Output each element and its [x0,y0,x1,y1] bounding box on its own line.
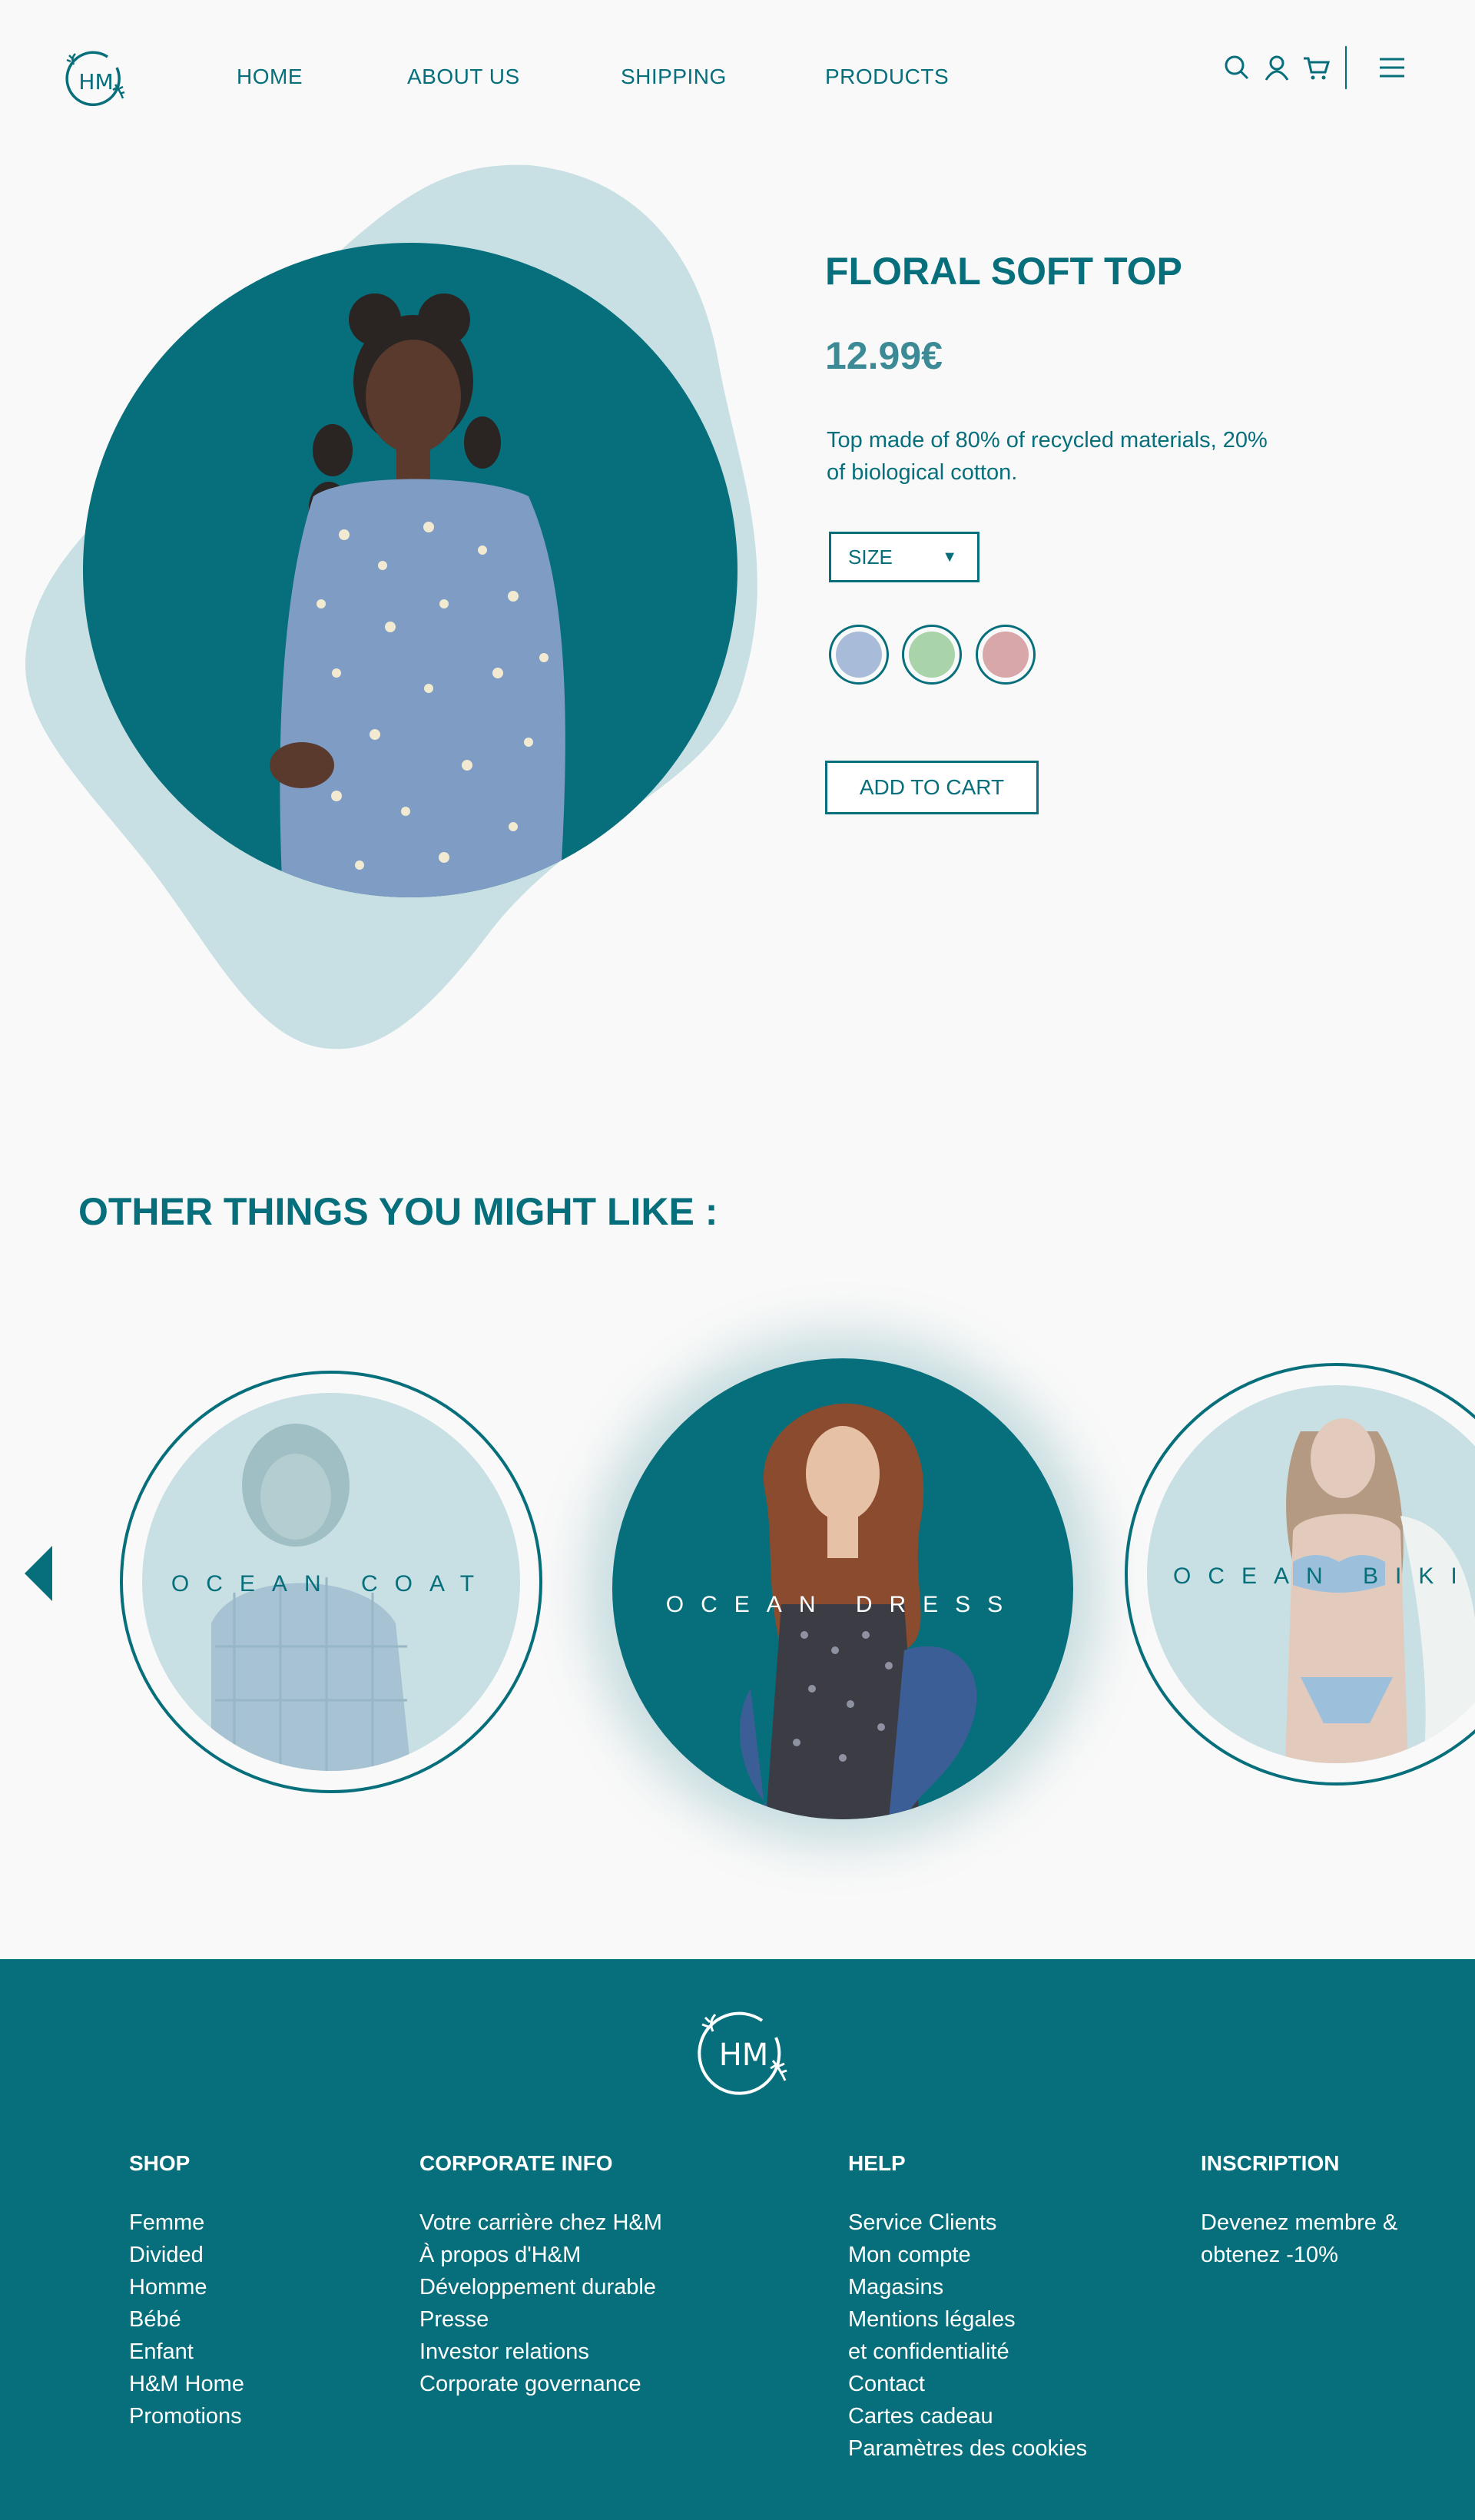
size-select-label: SIZE [848,545,893,569]
footer-link[interactable]: Promotions [129,2400,244,2432]
header-divider [1345,46,1347,89]
footer-heading: HELP [848,2151,906,2175]
footer-heading: INSCRIPTION [1201,2151,1340,2175]
footer-signup-text[interactable]: Devenez membre & [1201,2207,1397,2239]
nav-shipping[interactable]: SHIPPING [621,65,727,89]
footer-link[interactable]: Cartes cadeau [848,2400,1087,2432]
model-floral-top-illustration [270,293,565,897]
card-image: OCEAN BIKINI [1147,1385,1475,1763]
footer-link[interactable]: Bébé [129,2303,244,2336]
footer-link[interactable]: Corporate governance [419,2368,662,2400]
footer-link[interactable]: Divided [129,2239,244,2271]
footer-column-shop: SHOP Femme Divided Homme Bébé Enfant H&M… [129,2151,244,2432]
color-dot [983,632,1029,678]
logo-mark-icon: HM [698,2011,787,2095]
color-swatch-blue[interactable] [829,625,889,685]
cart-icon[interactable] [1301,52,1332,83]
footer-link[interactable]: Homme [129,2271,244,2303]
color-swatch-pink[interactable] [976,625,1036,685]
footer-heading: CORPORATE INFO [419,2151,613,2175]
recommendation-card-ocean-bikini[interactable]: OCEAN BIKINI [1125,1363,1475,1786]
footer-column-help: HELP Service Clients Mon compte Magasins… [848,2151,1087,2465]
brand-logo[interactable]: HM [63,48,129,114]
footer-column-corporate-info: CORPORATE INFO Votre carrière chez H&M À… [419,2151,662,2400]
footer-link[interactable]: et confidentialité [848,2336,1087,2368]
svg-text:HM: HM [78,69,113,94]
size-select[interactable]: SIZE ▼ [829,532,979,582]
svg-text:HM: HM [719,2038,769,2073]
recommendation-card-ocean-dress[interactable]: OCEAN DRESS [612,1358,1073,1819]
recommendation-card-ocean-coat[interactable]: OCEAN COAT [120,1371,542,1793]
product-description: Top made of 80% of recycled materials, 2… [827,428,1268,485]
chevron-down-icon: ▼ [942,548,957,565]
product-price: 12.99€ [825,334,943,377]
footer-heading: SHOP [129,2151,191,2175]
model-dress-illustration [739,1403,977,1819]
footer-link[interactable]: Investor relations [419,2336,662,2368]
menu-icon[interactable] [1377,52,1407,83]
card-label: OCEAN DRESS [665,1592,1020,1617]
footer-column-inscription: INSCRIPTION Devenez membre & obtenez -10… [1201,2151,1397,2271]
search-icon[interactable] [1221,52,1252,83]
footer-link[interactable]: H&M Home [129,2368,244,2400]
logo-mark-icon: HM [65,51,125,107]
product-title: FLORAL SOFT TOP [825,250,1182,293]
footer-link[interactable]: Développement durable [419,2271,662,2303]
footer-signup-text[interactable]: obtenez -10% [1201,2239,1397,2271]
card-label: OCEAN COAT [171,1571,492,1597]
card-image: OCEAN COAT [142,1393,520,1771]
product-image [83,243,738,897]
footer-link[interactable]: Femme [129,2207,244,2239]
nav-about-us[interactable]: ABOUT US [407,65,520,89]
card-label: OCEAN BIKINI [1173,1563,1475,1589]
footer-link[interactable]: Paramètres des cookies [848,2432,1087,2465]
carousel-prev-arrow-icon[interactable] [25,1546,52,1601]
footer-link[interactable]: Service Clients [848,2207,1087,2239]
nav-products[interactable]: PRODUCTS [825,65,949,89]
footer-link[interactable]: Votre carrière chez H&M [419,2207,662,2239]
nav-home[interactable]: HOME [237,65,303,89]
color-swatch-green[interactable] [902,625,962,685]
recommendations-title: OTHER THINGS YOU MIGHT LIKE : [78,1190,718,1233]
footer-link[interactable]: Magasins [848,2271,1087,2303]
color-dot [836,632,882,678]
footer-logo[interactable]: HM [696,2005,796,2097]
color-dot [909,632,955,678]
user-icon[interactable] [1261,52,1292,83]
site-footer: HM SHOP Femme Divided Homme Bébé Enfant … [0,1959,1475,2520]
footer-link[interactable]: Contact [848,2368,1087,2400]
footer-link[interactable]: À propos d'H&M [419,2239,662,2271]
footer-link[interactable]: Mon compte [848,2239,1087,2271]
footer-link[interactable]: Mentions légales [848,2303,1087,2336]
footer-link[interactable]: Presse [419,2303,662,2336]
footer-link[interactable]: Enfant [129,2336,244,2368]
add-to-cart-button[interactable]: ADD TO CART [825,761,1039,814]
